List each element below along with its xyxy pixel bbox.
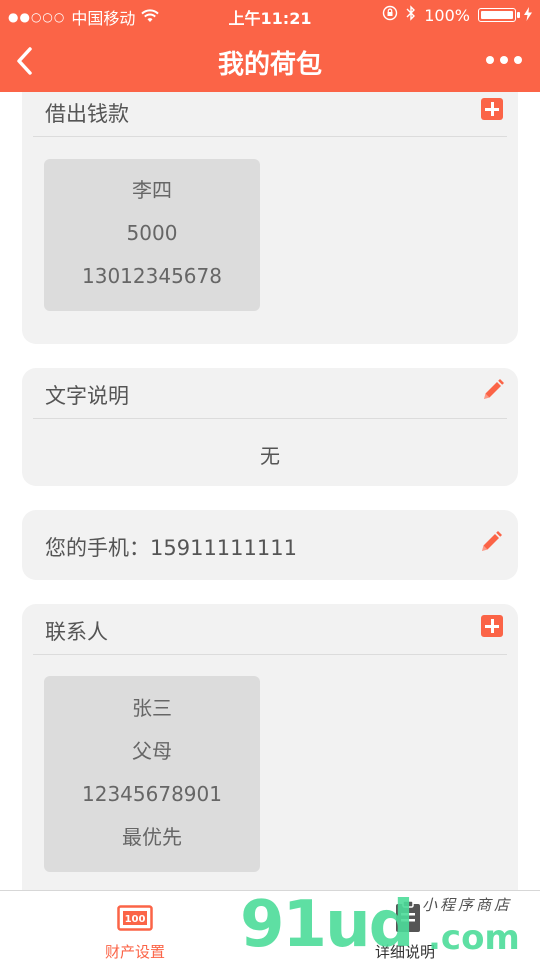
- battery-percent: 100%: [424, 5, 470, 25]
- status-right: 100%: [382, 5, 532, 25]
- contact-entry-name: 张三: [132, 696, 172, 720]
- main-content[interactable]: 借出钱款 李四 5000 13012345678 文字说明 无 您的手机：159…: [0, 92, 540, 890]
- page-title: 我的荷包: [217, 50, 322, 80]
- contact-card: 联系人 张三 父母 12345678901 最优先: [22, 604, 518, 890]
- tab-details[interactable]: 详细说明: [270, 891, 540, 961]
- add-contact-button[interactable]: [481, 615, 503, 637]
- contact-entry-phone: 12345678901: [82, 782, 222, 806]
- document-icon: [390, 900, 426, 932]
- edit-phone-button[interactable]: [479, 530, 503, 554]
- money-icon: 100: [117, 905, 153, 931]
- lend-entry-tile[interactable]: 李四 5000 13012345678: [44, 159, 260, 311]
- charging-icon: [524, 6, 532, 25]
- phone-label: 您的手机：15911111111: [45, 536, 297, 560]
- battery-icon: [478, 8, 520, 22]
- note-header: 文字说明: [33, 368, 507, 419]
- lend-entry-name: 李四: [132, 178, 172, 202]
- tab-asset-settings[interactable]: 100 财产设置: [0, 891, 270, 961]
- pencil-icon: [484, 379, 504, 399]
- more-dot-icon: [500, 56, 508, 64]
- lend-entry-amount: 5000: [126, 221, 178, 245]
- tab-details-label: 详细说明: [374, 943, 435, 961]
- tab-asset-settings-label: 财产设置: [104, 943, 165, 961]
- edit-note-button[interactable]: [481, 378, 504, 400]
- note-title: 文字说明: [45, 384, 129, 408]
- more-dot-icon: [486, 56, 494, 64]
- plus-icon: [481, 98, 503, 120]
- pencil-icon: [482, 531, 502, 551]
- add-lend-button[interactable]: [481, 98, 503, 120]
- contact-entry-priority: 最优先: [122, 825, 182, 849]
- orientation-lock-icon: [382, 5, 398, 25]
- lend-money-header: 借出钱款: [33, 92, 507, 137]
- more-dot-icon: [514, 56, 522, 64]
- note-value: 无: [260, 444, 280, 468]
- lend-entry-phone: 13012345678: [82, 264, 222, 288]
- bluetooth-icon: [406, 5, 416, 25]
- contact-title: 联系人: [45, 620, 108, 644]
- bottom-tab-bar: 100 财产设置 详细说明: [0, 890, 540, 961]
- note-card: 文字说明 无: [22, 368, 518, 486]
- plus-icon: [481, 615, 503, 637]
- more-button[interactable]: [486, 50, 526, 70]
- lend-money-title: 借出钱款: [45, 102, 129, 126]
- svg-text:100: 100: [125, 914, 146, 925]
- status-bar: ●●○○○ 中国移动 上午11:21 100%: [0, 0, 540, 30]
- navigation-bar: 我的荷包: [0, 30, 540, 92]
- contact-entry-tile[interactable]: 张三 父母 12345678901 最优先: [44, 676, 260, 872]
- contact-entry-relation: 父母: [132, 739, 172, 763]
- lend-money-card: 借出钱款 李四 5000 13012345678: [22, 92, 518, 344]
- contact-header: 联系人: [33, 604, 507, 655]
- phone-card: 您的手机：15911111111: [22, 510, 518, 580]
